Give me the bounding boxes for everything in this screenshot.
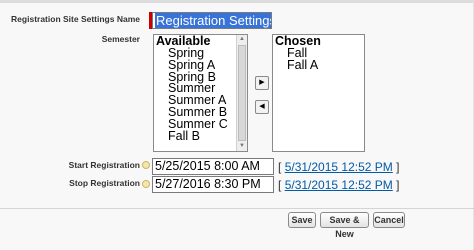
help-icon[interactable] [142, 161, 150, 169]
name-input[interactable]: Registration Settings [152, 12, 272, 29]
start-now-date-link[interactable]: 5/31/2015 12:52 PM [285, 160, 393, 174]
name-input-value: Registration Settings [155, 13, 271, 28]
available-option[interactable]: Fall B [154, 129, 247, 143]
remove-selected-button[interactable]: ◀ [255, 100, 269, 114]
edit-form-panel: Registration Site Settings Name Registra… [0, 0, 474, 250]
help-icon[interactable] [142, 180, 150, 188]
bracket-open: [ [278, 160, 282, 174]
semester-label: Semester [101, 34, 140, 44]
bracket-open: [ [278, 178, 282, 192]
start-registration-label: Start Registration [68, 160, 140, 170]
start-now-link: [ 5/31/2015 12:52 PM ] [278, 160, 399, 174]
name-label: Registration Site Settings Name [11, 14, 140, 24]
scroll-up-icon[interactable]: ▲ [239, 36, 245, 43]
available-listbox[interactable]: Available Spring Spring A Spring B Summe… [153, 34, 248, 152]
chosen-option[interactable]: Fall A [273, 59, 364, 72]
button-bar-divider [0, 208, 474, 209]
stop-now-date-link[interactable]: 5/31/2015 12:52 PM [285, 178, 393, 192]
save-and-new-button[interactable]: Save & New [320, 212, 369, 239]
stop-registration-input[interactable]: 5/27/2016 8:30 PM [152, 176, 274, 193]
cancel-button[interactable]: Cancel [373, 212, 405, 228]
stop-registration-label: Stop Registration [69, 178, 140, 188]
top-divider [0, 0, 474, 3]
bracket-close: ] [396, 160, 400, 174]
scrollbar-thumb[interactable] [238, 45, 246, 141]
available-scrollbar[interactable]: ▲ ▼ [236, 35, 247, 151]
add-selected-button[interactable]: ▶ [255, 76, 269, 90]
stop-now-link: [ 5/31/2015 12:52 PM ] [278, 178, 399, 192]
start-registration-input[interactable]: 5/25/2015 8:00 AM [152, 158, 274, 175]
chosen-listbox[interactable]: Chosen Fall Fall A [272, 34, 365, 152]
save-button[interactable]: Save [288, 212, 316, 228]
scroll-down-icon[interactable]: ▼ [239, 143, 245, 150]
bracket-close: ] [396, 178, 400, 192]
